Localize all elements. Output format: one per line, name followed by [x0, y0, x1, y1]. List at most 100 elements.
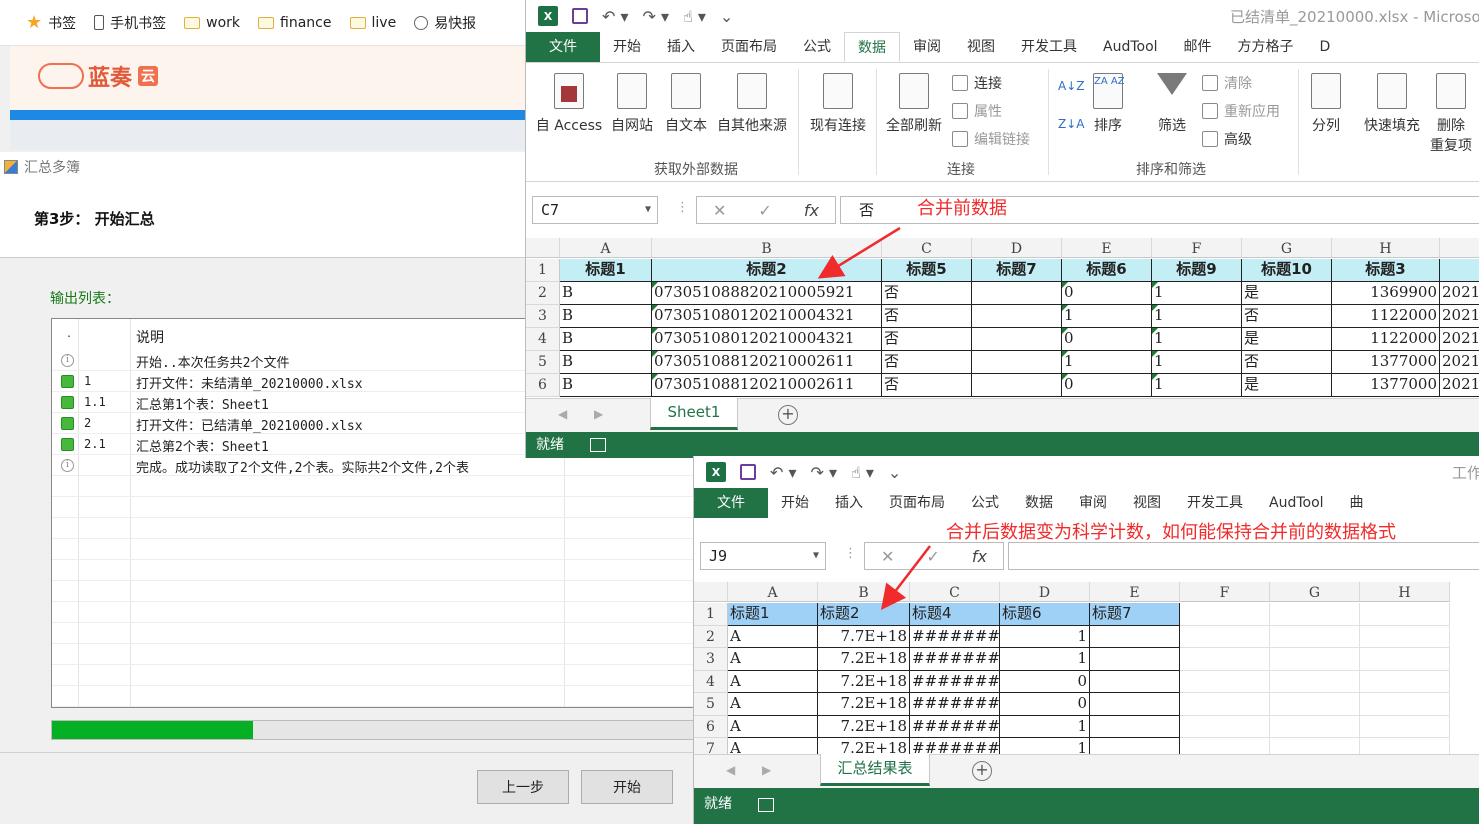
cell[interactable]	[1360, 648, 1450, 671]
confirm-icon[interactable]: ✓	[926, 547, 939, 566]
cell[interactable]: 2021	[1440, 305, 1479, 328]
column-header[interactable]: C	[882, 238, 972, 258]
cell[interactable]	[1270, 625, 1360, 648]
sheet-tab-sheet1[interactable]: Sheet1	[650, 398, 738, 430]
row-header[interactable]: 5	[526, 351, 560, 374]
header-cell[interactable]: 标题10	[1242, 259, 1332, 282]
cell[interactable]	[972, 351, 1062, 374]
cell[interactable]: 1122000	[1332, 328, 1440, 351]
header-cell[interactable]: 标题1	[560, 259, 652, 282]
header-cell[interactable]: 标题1	[728, 603, 818, 626]
log-row[interactable]: i 完成。成功读取了2个文件,2个表。实际共2个文件,2个表	[52, 455, 699, 476]
column-header[interactable]: G	[1270, 582, 1360, 602]
start-button[interactable]: 开始	[581, 770, 673, 804]
save-icon[interactable]	[740, 464, 756, 480]
clear-filter-button[interactable]: 清除	[1202, 73, 1252, 93]
header-cell[interactable]: 标题9	[1152, 259, 1242, 282]
cell[interactable]: 否	[882, 282, 972, 305]
cell[interactable]: 0	[1062, 328, 1152, 351]
tab-10[interactable]: 邮件	[1171, 32, 1225, 62]
cell[interactable]: 073051088120210002611	[652, 351, 882, 374]
tab-8[interactable]: 开发工具	[1174, 488, 1256, 518]
tab-8[interactable]: 开发工具	[1008, 32, 1090, 62]
refresh-all-button[interactable]: 全部刷新	[882, 73, 946, 135]
add-sheet-icon[interactable]: +	[972, 761, 992, 781]
name-box[interactable]: J9 ▼	[700, 542, 826, 570]
tab-3[interactable]: 页面布局	[876, 488, 958, 518]
cell[interactable]: 2021	[1440, 328, 1479, 351]
tab-7[interactable]: 视图	[1120, 488, 1174, 518]
cell[interactable]	[1270, 670, 1360, 693]
tab-3[interactable]: 页面布局	[708, 32, 790, 62]
cell[interactable]: B	[560, 328, 652, 351]
remove-duplicates-button[interactable]: 删除 重复项	[1428, 73, 1474, 155]
from-access-button[interactable]: 自 Access	[534, 73, 604, 135]
cell[interactable]: 是	[1242, 374, 1332, 397]
from-text-button[interactable]: 自文本	[662, 73, 710, 135]
touch-mode-icon[interactable]: ☝ ▾	[683, 7, 706, 26]
from-web-button[interactable]: 自网站	[608, 73, 656, 135]
cell[interactable]: 1377000	[1332, 351, 1440, 374]
confirm-icon[interactable]: ✓	[758, 201, 771, 220]
tab-9[interactable]: AudTool	[1090, 32, 1171, 62]
tab-6[interactable]: 审阅	[1066, 488, 1120, 518]
column-header[interactable]: B	[652, 238, 882, 258]
cell[interactable]: 7.2E+18	[818, 693, 910, 716]
cell[interactable]: 2021	[1440, 282, 1479, 305]
tab-6[interactable]: 审阅	[900, 32, 954, 62]
bookmark-item[interactable]: live	[349, 15, 396, 31]
text-to-columns-button[interactable]: 分列	[1308, 73, 1344, 135]
header-cell[interactable]: 标题5	[882, 259, 972, 282]
select-all-corner[interactable]	[694, 582, 728, 602]
header-cell[interactable]: 标题3	[1332, 259, 1440, 282]
cell[interactable]	[1180, 625, 1270, 648]
cell[interactable]	[1180, 670, 1270, 693]
cell[interactable]: 1	[1000, 625, 1090, 648]
header-cell[interactable]: 标题2	[652, 259, 882, 282]
undo-icon[interactable]: ↶ ▾	[770, 463, 797, 482]
cell[interactable]	[1270, 648, 1360, 671]
cell[interactable]: A	[728, 693, 818, 716]
column-header[interactable]: B	[818, 582, 910, 602]
tab-5[interactable]: 数据	[1012, 488, 1066, 518]
cell[interactable]	[972, 305, 1062, 328]
cell[interactable]	[1090, 625, 1180, 648]
cell[interactable]: 是	[1242, 282, 1332, 305]
cell[interactable]: 2021	[1440, 351, 1479, 374]
properties-button[interactable]: 属性	[952, 101, 1002, 121]
tab-7[interactable]: 视图	[954, 32, 1008, 62]
cell[interactable]: 2021	[1440, 374, 1479, 397]
row-header[interactable]: 5	[694, 693, 728, 716]
cell[interactable]: 0	[1062, 282, 1152, 305]
macro-record-icon[interactable]	[590, 438, 606, 452]
tab-12[interactable]: D	[1307, 32, 1344, 62]
row-header[interactable]: 6	[694, 715, 728, 738]
header-cell[interactable]	[1270, 603, 1360, 626]
tab-1[interactable]: 开始	[768, 488, 822, 518]
cell[interactable]: 否	[882, 351, 972, 374]
bookmark-item[interactable]: work	[184, 15, 240, 31]
cell[interactable]: 1	[1152, 374, 1242, 397]
cell[interactable]	[1090, 715, 1180, 738]
cell[interactable]: 073051088120210002611	[652, 374, 882, 397]
cell[interactable]: 1369900	[1332, 282, 1440, 305]
cell[interactable]: 073051088820210005921	[652, 282, 882, 305]
name-box[interactable]: C7 ▼	[532, 196, 658, 224]
tab-2[interactable]: 插入	[822, 488, 876, 518]
sort-button[interactable]: ZA AZ 排序	[1088, 73, 1128, 135]
cell[interactable]	[1180, 693, 1270, 716]
cell[interactable]	[972, 328, 1062, 351]
column-header[interactable]: F	[1152, 238, 1242, 258]
cell[interactable]	[1180, 648, 1270, 671]
cell[interactable]	[972, 282, 1062, 305]
chevron-down-icon[interactable]: ▼	[645, 197, 651, 223]
row-header[interactable]: 1	[694, 603, 728, 626]
log-header-col[interactable]: .	[66, 329, 72, 340]
tab-10[interactable]: 曲	[1337, 488, 1377, 518]
column-header[interactable]: H	[1332, 238, 1440, 258]
cell[interactable]: 073051080120210004321	[652, 328, 882, 351]
tab-1[interactable]: 开始	[600, 32, 654, 62]
sheet-tab-summary[interactable]: 汇总结果表	[820, 754, 930, 786]
tab-5[interactable]: 数据	[844, 32, 900, 62]
cell[interactable]: ########	[910, 625, 1000, 648]
